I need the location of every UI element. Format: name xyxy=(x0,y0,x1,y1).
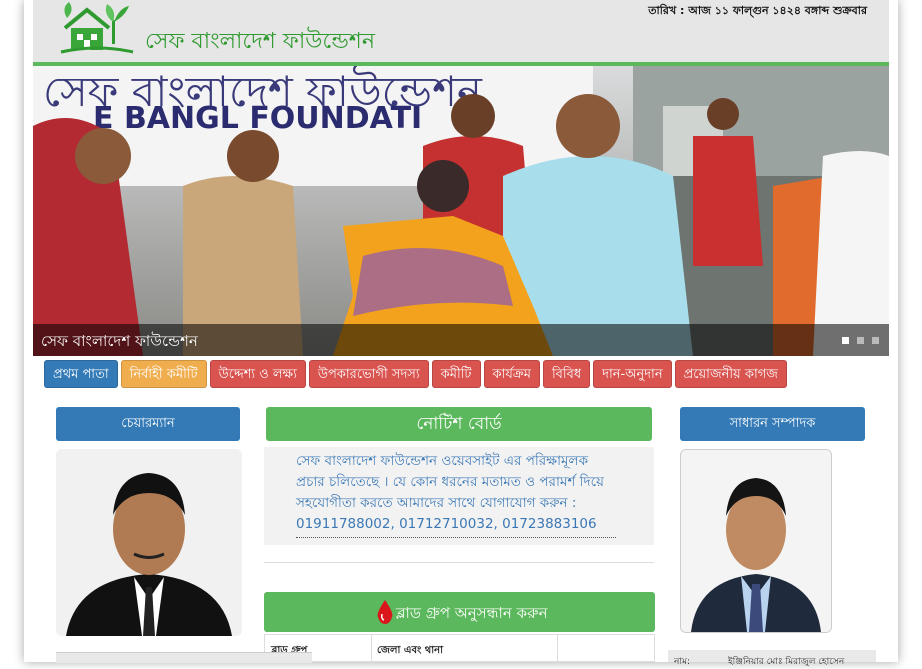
site-logo[interactable]: সেফ বাংলাদেশ ফাউন্ডেশন xyxy=(57,0,375,58)
general-secretary-heading: সাধারন সম্পাদক xyxy=(680,407,865,441)
slide-indicator-1[interactable] xyxy=(842,337,849,344)
main-nav: প্রথম পাতা নির্বাহী কমীটি উদ্দেশ্য ও লক্… xyxy=(44,360,787,388)
slide-caption-text: সেফ বাংলাদেশ ফাউন্ডেশন xyxy=(41,332,198,350)
slide-indicators xyxy=(842,337,879,344)
nav-donation[interactable]: দান-অনুদান xyxy=(593,360,672,388)
page-container: সেফ বাংলাদেশ ফাউন্ডেশন তারিখ : আজ ১১ ফাল… xyxy=(24,0,898,667)
column-separator xyxy=(371,635,372,663)
general-secretary-photo xyxy=(680,449,832,633)
section-divider xyxy=(264,562,654,563)
notice-board: সেফ বাংলাদেশ ফাউন্ডেশন ওয়েবসাইট এর পরিক… xyxy=(264,447,654,545)
column-separator xyxy=(557,635,558,663)
slide-indicator-3[interactable] xyxy=(872,337,879,344)
nav-beneficiary-members[interactable]: উপকারভোগী সদস্য xyxy=(308,360,429,388)
blood-search-table: ব্লাড গ্রুপ জেলা এবং থানা xyxy=(264,634,655,663)
site-title: সেফ বাংলাদেশ ফাউন্ডেশন xyxy=(145,29,375,54)
slide-indicator-2[interactable] xyxy=(857,337,864,344)
slide-caption: সেফ বাংলাদেশ ফাউন্ডেশন xyxy=(33,324,889,356)
house-tree-logo-icon xyxy=(60,2,134,54)
site-header: সেফ বাংলাদেশ ফাউন্ডেশন তারিখ : আজ ১১ ফাল… xyxy=(33,0,889,62)
blood-drop-icon xyxy=(377,600,393,624)
chairman-heading: চেয়ারম্যান xyxy=(56,407,240,441)
nav-aims-objectives[interactable]: উদ্দেশ্য ও লক্ষ্য xyxy=(209,360,306,388)
slide-photo: সেফ বাংলাদেশ ফাউন্ডেশন E BANGL FOUNDATI xyxy=(33,66,889,356)
nav-activities[interactable]: কার্যক্রম xyxy=(483,360,540,388)
nav-miscellaneous[interactable]: বিবিধ xyxy=(542,360,591,388)
nav-executive-committee[interactable]: নির্বাহী কমীটি xyxy=(120,360,207,388)
image-slider[interactable]: সেফ বাংলাদেশ ফাউন্ডেশন E BANGL FOUNDATI … xyxy=(33,66,889,356)
notice-board-heading: নোটিশ বোর্ড xyxy=(266,407,652,441)
blood-search-title: ব্লাড গ্রুপ অনুসন্ধান করুন xyxy=(396,604,548,622)
chairman-info-strip xyxy=(56,652,312,663)
nav-committee[interactable]: কমীটি xyxy=(431,360,481,388)
district-thana-column-label: জেলা এবং থানা xyxy=(377,645,444,656)
nav-home[interactable]: প্রথম পাতা xyxy=(44,360,118,388)
blood-search-heading: ব্লাড গ্রুপ অনুসন্ধান করুন xyxy=(264,592,655,632)
notice-text: সেফ বাংলাদেশ ফাউন্ডেশন ওয়েবসাইট এর পরিক… xyxy=(296,451,616,538)
nav-documents[interactable]: প্রয়োজনীয় কাগজ xyxy=(674,360,787,388)
date-display: তারিখ : আজ ১১ ফাল্গুন ১৪২৪ বঙ্গাব্দ শুক্… xyxy=(648,4,867,17)
general-secretary-info-strip: নাম: ইঞ্জিনিয়ার মোঃ মিরাজুল হোসেন xyxy=(668,650,876,667)
chairman-photo xyxy=(56,449,242,636)
